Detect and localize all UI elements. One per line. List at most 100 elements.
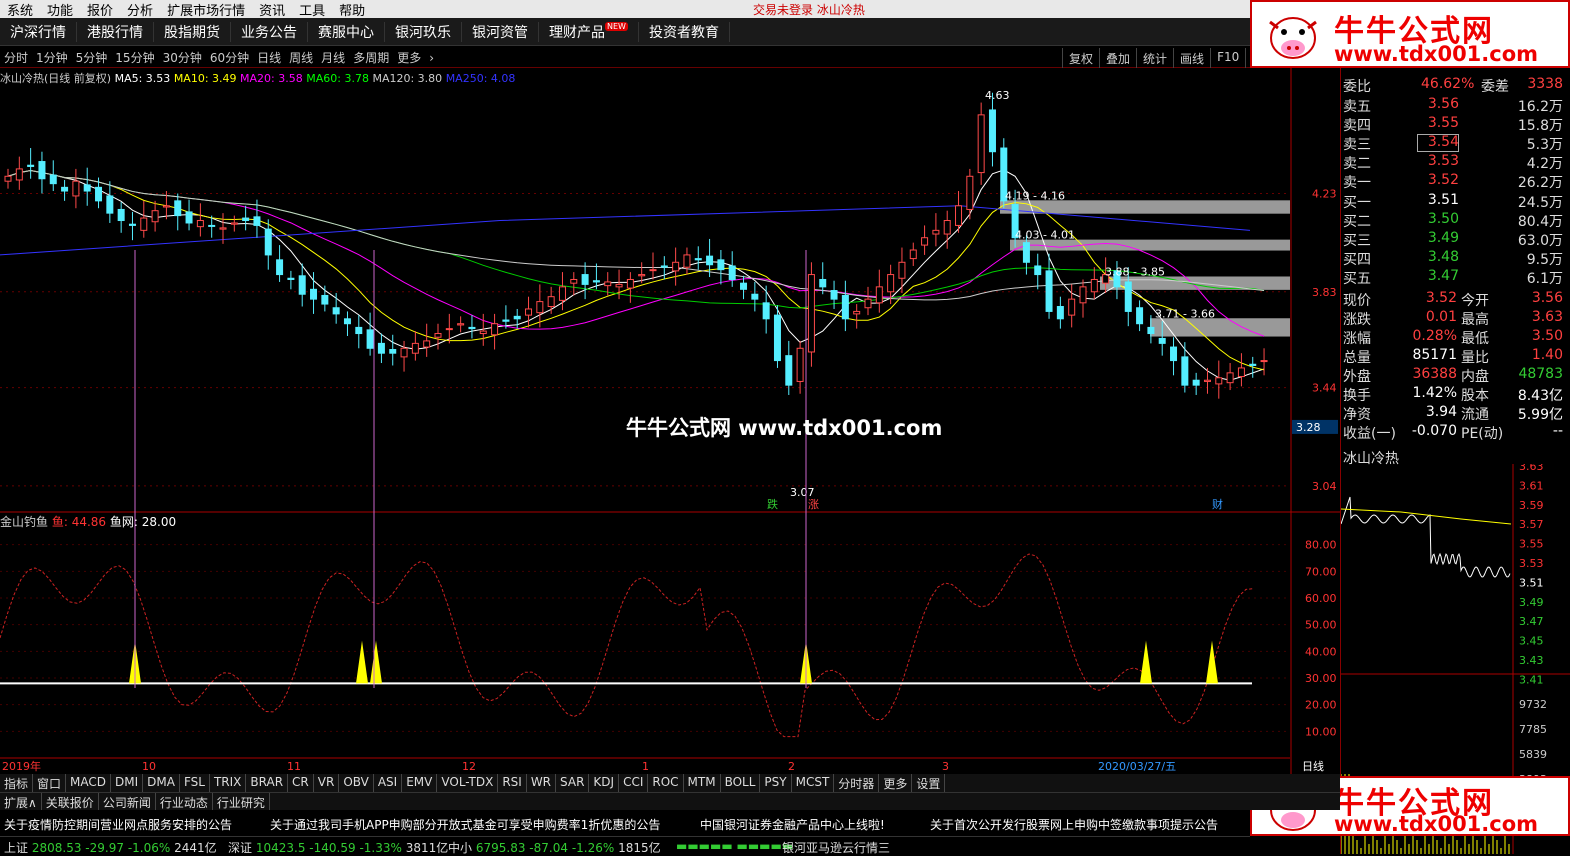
stat-value: 3.56	[1531, 290, 1563, 306]
candle-body	[434, 333, 442, 338]
nav-hk[interactable]: 港股行情	[77, 21, 154, 42]
indicator-tab[interactable]: PSY	[760, 774, 792, 792]
order-book-row[interactable]: 卖一 3.52 26.2万	[1343, 172, 1567, 191]
indicator-tab[interactable]: CR	[288, 774, 314, 792]
stat-label: 涨幅	[1343, 331, 1371, 347]
nav-finance[interactable]: 理财产品 NEW	[539, 21, 639, 42]
ticker-sz[interactable]: 深证 10423.5 -140.59 -1.33% 3811亿	[228, 839, 448, 856]
order-book-row[interactable]: 卖五 3.56 16.2万	[1343, 96, 1567, 115]
indicator-tab[interactable]: DMA	[143, 774, 180, 792]
order-book-row[interactable]: 卖四 3.55 15.8万	[1343, 115, 1567, 134]
indicator-tab[interactable]: RSI	[498, 774, 527, 792]
tool-f10[interactable]: F10	[1210, 48, 1245, 68]
info-tab[interactable]: 行业动态	[156, 793, 213, 810]
tool-stats[interactable]: 统计	[1136, 48, 1173, 68]
menu-help[interactable]: 帮助	[332, 0, 372, 19]
nav-joy[interactable]: 银河玖乐	[385, 21, 462, 42]
order-book-row[interactable]: 买二 3.50 80.4万	[1343, 211, 1567, 230]
indicator-tab[interactable]: ROC	[648, 774, 684, 792]
indicator-tab[interactable]: BRAR	[246, 774, 289, 792]
x-axis-label: 12	[462, 760, 476, 773]
nav-service[interactable]: 赛服中心	[308, 21, 385, 42]
indicator-tab[interactable]: OBV	[339, 774, 374, 792]
indicator-tab[interactable]: 设置	[912, 774, 946, 792]
indicator-tab[interactable]: 窗口	[33, 774, 67, 792]
indicator-tab[interactable]: TRIX	[210, 774, 247, 792]
nav-futures[interactable]: 股指期货	[154, 21, 231, 42]
period-more[interactable]: 更多	[393, 49, 425, 66]
indicator-tab[interactable]: WR	[527, 774, 557, 792]
indicator-tab[interactable]: ASI	[374, 774, 403, 792]
level-volume: 4.2万	[1526, 156, 1563, 172]
menu-bar: 系统 功能 报价 分析 扩展市场行情 资讯 工具 帮助 交易未登录 冰山冷热	[0, 0, 1250, 19]
period-month[interactable]: 月线	[317, 49, 349, 66]
indicator-tab[interactable]: FSL	[180, 774, 210, 792]
nav-notice[interactable]: 业务公告	[231, 21, 308, 42]
indicator-tab[interactable]: 指标	[0, 774, 34, 792]
chevron-right-icon[interactable]: ›	[425, 51, 438, 65]
order-book-row[interactable]: 买一 3.51 24.5万	[1343, 192, 1567, 211]
candle-body	[1068, 298, 1076, 316]
menu-info[interactable]: 资讯	[252, 0, 292, 19]
period-30min[interactable]: 30分钟	[159, 49, 206, 66]
period-day[interactable]: 日线	[253, 49, 285, 66]
indicator-tab[interactable]: 更多	[879, 774, 913, 792]
candle-body	[1181, 356, 1189, 386]
indicator-tab[interactable]: VR	[314, 774, 340, 792]
period-week[interactable]: 周线	[285, 49, 317, 66]
indicator-tab[interactable]: SAR	[556, 774, 590, 792]
tool-adjust[interactable]: 复权	[1062, 48, 1099, 68]
info-tab[interactable]: 关联报价	[42, 793, 99, 810]
indicator-tab[interactable]: CCI	[619, 774, 649, 792]
ticker-zx[interactable]: 中小 6795.83 -87.04 -1.26% 1815亿	[448, 839, 661, 856]
ticker-sh[interactable]: 上证 2808.53 -29.97 -1.06% 2441亿	[4, 839, 217, 856]
indicator-tab[interactable]: DMI	[111, 774, 144, 792]
news-item[interactable]: 关于通过我司手机APP申购部分开放式基金可享受申购费率1折优惠的公告	[270, 816, 660, 833]
period-timeshare[interactable]: 分时	[0, 49, 32, 66]
tool-overlay[interactable]: 叠加	[1099, 48, 1136, 68]
indicator-tab[interactable]: EMV	[402, 774, 438, 792]
menu-system[interactable]: 系统	[0, 0, 40, 19]
menu-analysis[interactable]: 分析	[120, 0, 160, 19]
candle-body	[1158, 337, 1166, 344]
stat-row: 涨幅 0.28% 最低 3.50	[1343, 328, 1567, 347]
candle-body	[751, 293, 759, 300]
info-tab[interactable]: 扩展∧	[0, 793, 42, 810]
nav-education[interactable]: 投资者教育	[639, 21, 730, 42]
period-60min[interactable]: 60分钟	[206, 49, 253, 66]
stat-value: 5.99亿	[1517, 407, 1563, 423]
menu-tools[interactable]: 工具	[292, 0, 332, 19]
period-5min[interactable]: 5分钟	[72, 49, 112, 66]
news-item[interactable]: 中国银河证券金融产品中心上线啦!	[700, 816, 885, 833]
level-volume: 5.3万	[1526, 137, 1563, 153]
period-1min[interactable]: 1分钟	[32, 49, 72, 66]
order-book-row[interactable]: 卖二 3.53 4.2万	[1343, 153, 1567, 172]
order-book-row[interactable]: 买四 3.48 9.5万	[1343, 249, 1567, 268]
indicator-tab[interactable]: VOL-TDX	[437, 774, 499, 792]
info-tab[interactable]: 行业研究	[213, 793, 270, 810]
period-15min[interactable]: 15分钟	[111, 49, 158, 66]
menu-quote[interactable]: 报价	[80, 0, 120, 19]
tool-draw[interactable]: 画线	[1173, 48, 1210, 68]
info-tab[interactable]: 公司新闻	[99, 793, 156, 810]
order-book-row[interactable]: 买五 3.47 6.1万	[1343, 268, 1567, 287]
mini-axis-tick: 3.45	[1519, 635, 1544, 648]
indicator-tab[interactable]: BOLL	[721, 774, 761, 792]
candle-body	[298, 275, 306, 295]
period-multi[interactable]: 多周期	[349, 49, 393, 66]
news-item[interactable]: 关于疫情防控期间营业网点服务安排的公告	[4, 816, 232, 833]
candle-body	[1203, 379, 1211, 382]
order-book-row[interactable]: 买三 3.49 63.0万	[1343, 230, 1567, 249]
nav-asset[interactable]: 银河资管	[462, 21, 539, 42]
indicator-tab[interactable]: MCST	[792, 774, 835, 792]
stat-value: 48783	[1518, 366, 1563, 382]
indicator-tab[interactable]: 分时器	[834, 774, 880, 792]
nav-sh-sz[interactable]: 沪深行情	[0, 21, 77, 42]
menu-ext-market[interactable]: 扩展市场行情	[160, 0, 252, 19]
news-item[interactable]: 关于首次公开发行股票网上申购中签缴款事项提示公告	[930, 816, 1218, 833]
level-price: 3.47	[1427, 268, 1459, 284]
indicator-tab[interactable]: MACD	[66, 774, 112, 792]
indicator-tab[interactable]: MTM	[684, 774, 721, 792]
menu-function[interactable]: 功能	[40, 0, 80, 19]
indicator-tab[interactable]: KDJ	[589, 774, 620, 792]
